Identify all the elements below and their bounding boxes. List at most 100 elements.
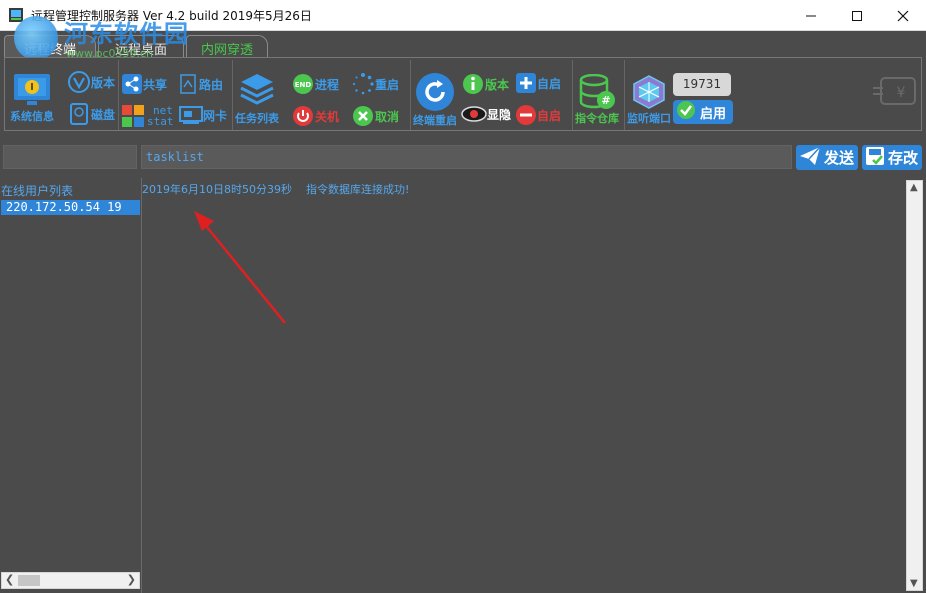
cancel-x-icon	[351, 104, 375, 128]
nic-button[interactable]: 网卡	[179, 104, 227, 126]
task-list-button[interactable]: 任务列表	[235, 72, 279, 126]
process-label: 进程	[315, 77, 340, 92]
payment-icon: ¥	[871, 74, 919, 113]
listen-port-button[interactable]: 监听端口	[627, 74, 671, 126]
layers-icon	[240, 74, 274, 105]
shutdown-button[interactable]: 关机	[291, 104, 339, 128]
enable-button[interactable]: 启用	[673, 100, 733, 124]
scrollbar-thumb[interactable]	[18, 575, 40, 586]
terminal-restart-label: 终端重启	[413, 114, 457, 127]
send-label: 发送	[824, 149, 855, 167]
plus-icon	[515, 72, 537, 94]
restart-button[interactable]: 重启	[351, 72, 399, 96]
command-input[interactable]: tasklist	[141, 145, 792, 169]
send-button[interactable]: 发送	[796, 145, 858, 170]
hexagon-cube-icon	[633, 75, 665, 109]
network-card-icon	[179, 104, 203, 126]
system-info-label: 系统信息	[10, 110, 54, 123]
scroll-down-icon[interactable]: ▼	[910, 578, 918, 589]
save-disk-icon	[865, 146, 885, 170]
share-button[interactable]: 共享	[121, 73, 167, 95]
eye-icon	[461, 104, 487, 124]
paper-plane-icon	[799, 145, 821, 170]
listen-port-label: 监听端口	[627, 112, 671, 125]
monitor-icon	[14, 74, 50, 105]
minus-icon	[515, 104, 537, 126]
autostart-add-label: 自启	[537, 76, 562, 91]
close-button[interactable]	[880, 0, 926, 31]
user-list-horizontal-scrollbar[interactable]: ❮ ❯	[1, 572, 140, 589]
online-user-panel: 在线用户列表 220.172.50.54 19 ❮ ❯	[0, 178, 141, 591]
power-icon	[291, 104, 315, 128]
version-label: 版本	[91, 75, 116, 90]
version-icon	[67, 70, 91, 94]
maximize-icon	[852, 10, 862, 21]
disk-label: 磁盘	[91, 107, 116, 122]
disk-icon	[67, 102, 91, 126]
log-line: 2019年6月10日8时50分39秒 指令数据库连接成功!	[142, 181, 409, 197]
version-button[interactable]: 版本	[67, 70, 115, 94]
log-timestamp: 2019年6月10日8时50分39秒	[142, 183, 292, 196]
svg-text:¥: ¥	[897, 85, 906, 101]
end-process-icon: END	[291, 72, 315, 96]
scroll-right-icon[interactable]: ❯	[127, 573, 136, 586]
toolbar: 系统信息 版本 磁盘 共享 路由 net stat 网卡 任务列表 END 进程…	[4, 57, 922, 131]
restart-label: 重启	[375, 77, 400, 92]
cancel-button[interactable]: 取消	[351, 104, 399, 128]
log-vertical-scrollbar[interactable]: ▲ ▼	[906, 180, 923, 591]
checkmark-icon	[676, 100, 696, 124]
tab-intranet-penetration[interactable]: 内网穿透	[186, 35, 268, 58]
svg-text:#: #	[601, 94, 610, 107]
route-button[interactable]: 路由	[179, 73, 223, 95]
database-icon: #	[579, 74, 615, 109]
toolbar-group-client: 终端重启 版本 自启 显隐 自启	[411, 60, 573, 130]
log-message: 指令数据库连接成功!	[305, 183, 410, 196]
loading-spinner-icon	[351, 72, 375, 96]
autostart-remove-label: 自启	[537, 108, 562, 123]
minimize-button[interactable]	[788, 0, 834, 31]
disk-button[interactable]: 磁盘	[67, 102, 115, 126]
watermark-logo	[14, 16, 58, 60]
enable-label: 启用	[700, 106, 727, 122]
command-repo-label: 指令仓库	[575, 112, 619, 125]
save-edit-button[interactable]: 存改	[862, 145, 922, 170]
netstat-label-line2: stat	[147, 115, 174, 128]
terminal-restart-button[interactable]: 终端重启	[413, 72, 457, 128]
save-edit-label: 存改	[888, 149, 919, 167]
target-user-field[interactable]	[3, 145, 137, 169]
nic-label: 网卡	[203, 108, 228, 123]
info-icon	[461, 72, 485, 96]
annotation-arrow	[194, 211, 286, 324]
command-repo-button[interactable]: # 指令仓库	[575, 74, 619, 126]
share-icon	[121, 73, 143, 95]
autostart-remove-button[interactable]: 自启	[515, 104, 561, 126]
watermark-text: 河东软件园	[64, 20, 189, 48]
process-button[interactable]: END 进程	[291, 72, 339, 96]
maximize-button[interactable]	[834, 0, 880, 31]
show-hide-button[interactable]: 显隐	[461, 104, 511, 124]
close-icon	[897, 10, 909, 21]
route-icon	[179, 73, 199, 95]
show-hide-label: 显隐	[487, 107, 512, 122]
user-list-item[interactable]: 220.172.50.54 19	[1, 200, 140, 215]
toolbar-group-repo: # 指令仓库	[573, 60, 625, 130]
cancel-label: 取消	[375, 109, 400, 124]
scroll-up-icon[interactable]: ▲	[910, 182, 918, 193]
shutdown-label: 关机	[315, 109, 340, 124]
refresh-icon	[416, 73, 454, 111]
toolbar-group-network: 共享 路由 net stat 网卡	[119, 60, 233, 130]
share-label: 共享	[143, 77, 168, 92]
svg-text:END: END	[295, 81, 312, 89]
toolbar-group-process: 任务列表 END 进程 重启 关机 取消	[233, 60, 411, 130]
netstat-button[interactable]: net stat	[121, 104, 174, 128]
minimize-icon	[806, 15, 816, 16]
port-number-field[interactable]: 19731	[673, 73, 731, 96]
toolbar-group-system: 系统信息 版本 磁盘	[7, 60, 119, 130]
client-version-button[interactable]: 版本	[461, 72, 509, 96]
route-label: 路由	[199, 77, 224, 92]
client-version-label: 版本	[485, 77, 510, 92]
scroll-left-icon[interactable]: ❮	[5, 573, 14, 586]
netstat-icon	[121, 104, 145, 128]
autostart-add-button[interactable]: 自启	[515, 72, 561, 94]
system-info-button[interactable]: 系统信息	[10, 72, 54, 124]
